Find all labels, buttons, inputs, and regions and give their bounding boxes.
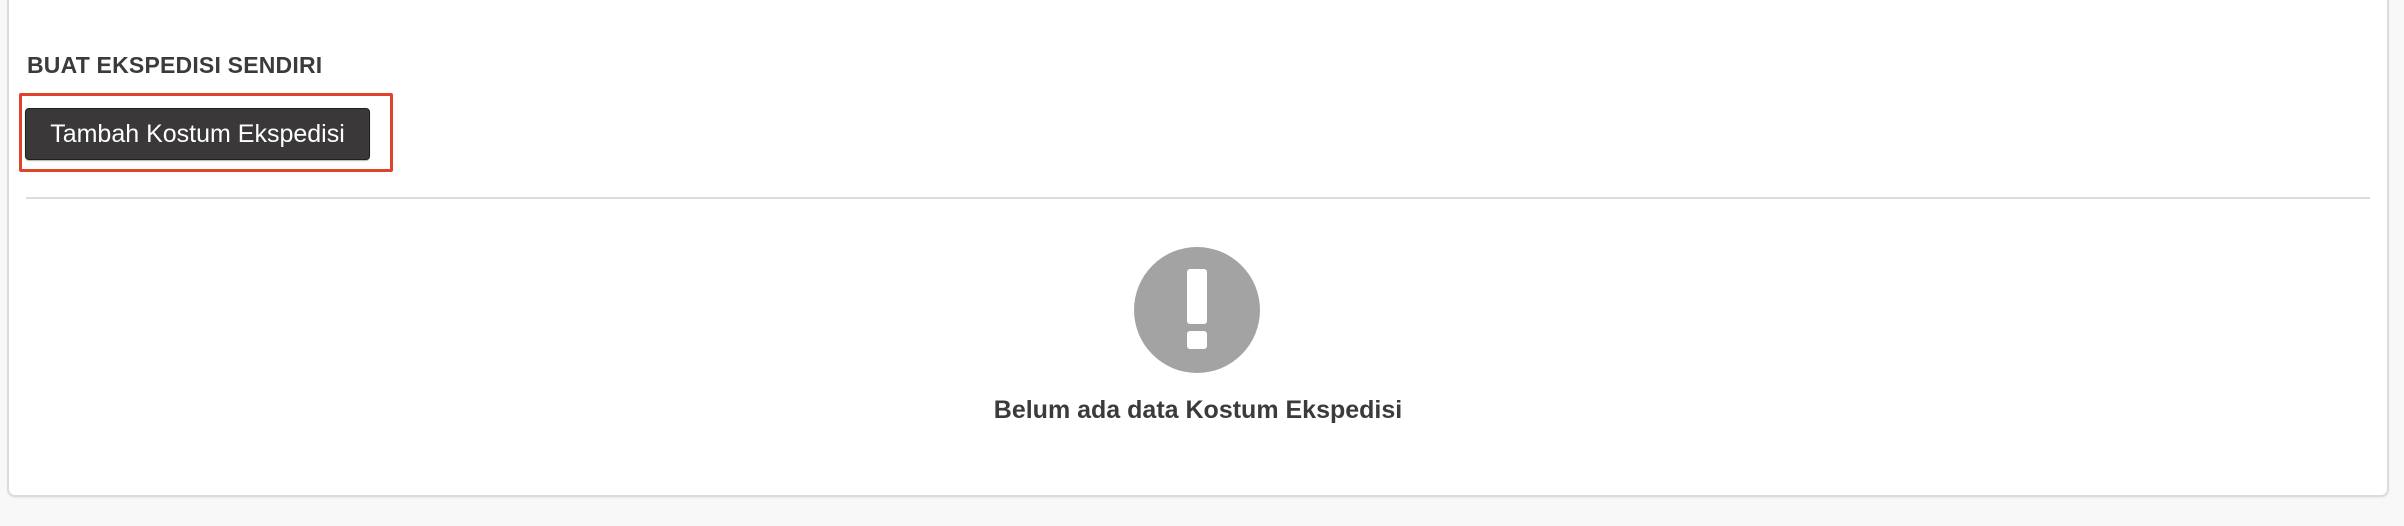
empty-state: Belum ada data Kostum Ekspedisi bbox=[26, 200, 2370, 440]
section-title: BUAT EKSPEDISI SENDIRI bbox=[27, 52, 323, 78]
add-custom-expedition-button[interactable]: Tambah Kostum Ekspedisi bbox=[25, 108, 370, 160]
exclamation-circle-icon bbox=[1134, 247, 1260, 373]
section-divider bbox=[26, 197, 2370, 199]
empty-state-message: Belum ada data Kostum Ekspedisi bbox=[993, 396, 1403, 424]
